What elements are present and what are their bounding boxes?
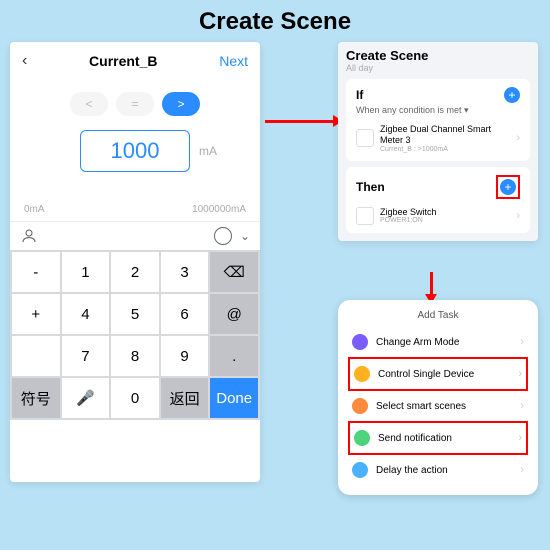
key-4[interactable]: 4 <box>62 294 110 334</box>
keyboard: - 1 2 3 ⌫ + 4 5 6 @ 7 8 9 . 符号 🎤 0 返回 Do… <box>10 250 260 420</box>
greater-than-button[interactable]: > <box>162 92 200 116</box>
next-button[interactable]: Next <box>219 53 248 69</box>
key-1[interactable]: 1 <box>62 252 110 292</box>
task-send-notification[interactable]: Send notification › <box>348 421 528 455</box>
if-label: If <box>356 88 363 102</box>
bulb-icon <box>354 366 370 382</box>
condition-row[interactable]: Zigbee Dual Channel Smart Meter 3 Curren… <box>356 124 520 153</box>
key-symbol[interactable]: 符号 <box>12 378 60 418</box>
create-scene-panel: Create Scene All day If + When any condi… <box>338 42 538 241</box>
key-6[interactable]: 6 <box>161 294 209 334</box>
scene-title: Create Scene <box>346 48 530 63</box>
key-2[interactable]: 2 <box>111 252 159 292</box>
meter-icon <box>356 129 374 147</box>
add-task-title: Add Task <box>348 310 528 327</box>
key-plus[interactable]: + <box>12 294 60 334</box>
header-title: Current_B <box>89 53 157 69</box>
arrow-right-icon <box>265 120 335 123</box>
device-name: Zigbee Switch <box>380 207 510 218</box>
task-change-arm-mode[interactable]: Change Arm Mode › <box>348 327 528 357</box>
key-dot[interactable]: . <box>210 336 258 376</box>
less-than-button[interactable]: < <box>70 92 108 116</box>
add-task-button[interactable]: + <box>500 179 516 195</box>
arrow-down-icon <box>430 272 433 296</box>
task-delay-action[interactable]: Delay the action › <box>348 455 528 485</box>
value-input[interactable]: 1000 mA <box>80 130 190 172</box>
task-select-smart-scenes[interactable]: Select smart scenes › <box>348 391 528 421</box>
shield-icon <box>352 334 368 350</box>
key-8[interactable]: 8 <box>111 336 159 376</box>
then-card: Then + Zigbee Switch POWER1:ON › <box>346 167 530 233</box>
key-blank[interactable] <box>12 336 60 376</box>
scene-icon <box>352 398 368 414</box>
device-sub: Current_B : >1000mA <box>380 146 510 153</box>
range-min: 0mA <box>24 204 45 215</box>
switch-icon <box>356 207 374 225</box>
add-condition-button[interactable]: + <box>504 87 520 103</box>
key-return[interactable]: 返回 <box>161 378 209 418</box>
task-control-single-device[interactable]: Control Single Device › <box>348 357 528 391</box>
unit-label: mA <box>199 144 217 158</box>
chevron-right-icon: › <box>520 464 524 476</box>
key-minus[interactable]: - <box>12 252 60 292</box>
back-button[interactable]: ‹ <box>22 52 27 70</box>
condition-mode[interactable]: When any condition is met ▾ <box>356 105 520 116</box>
chevron-right-icon: › <box>520 336 524 348</box>
key-5[interactable]: 5 <box>111 294 159 334</box>
key-done[interactable]: Done <box>210 378 258 418</box>
emoji-icon[interactable] <box>214 227 232 245</box>
collapse-icon[interactable]: ⌄ <box>240 229 250 243</box>
chevron-right-icon: › <box>520 400 524 412</box>
device-name: Zigbee Dual Channel Smart Meter 3 <box>380 124 510 146</box>
scene-subtitle: All day <box>346 63 530 73</box>
chevron-right-icon: › <box>516 210 520 222</box>
key-0[interactable]: 0 <box>111 378 159 418</box>
clock-icon <box>352 462 368 478</box>
chevron-right-icon: › <box>518 368 522 380</box>
input-bar: ⌄ <box>10 221 260 250</box>
phone-icon <box>354 430 370 446</box>
key-7[interactable]: 7 <box>62 336 110 376</box>
add-task-panel: Add Task Change Arm Mode › Control Singl… <box>338 300 538 495</box>
value-editor-panel: ‹ Current_B Next < = > 1000 mA 0mA 10000… <box>10 42 260 482</box>
chevron-right-icon: › <box>518 432 522 444</box>
key-9[interactable]: 9 <box>161 336 209 376</box>
page-title: Create Scene <box>0 0 550 44</box>
range-max: 1000000mA <box>192 204 246 215</box>
key-backspace[interactable]: ⌫ <box>210 252 258 292</box>
key-3[interactable]: 3 <box>161 252 209 292</box>
key-mic[interactable]: 🎤 <box>62 378 110 418</box>
device-sub: POWER1:ON <box>380 217 510 224</box>
profile-icon <box>20 227 38 245</box>
equals-button[interactable]: = <box>116 92 154 116</box>
text-field[interactable] <box>46 226 206 246</box>
value-text: 1000 <box>111 138 160 164</box>
key-at[interactable]: @ <box>210 294 258 334</box>
chevron-right-icon: › <box>516 132 520 144</box>
action-row[interactable]: Zigbee Switch POWER1:ON › <box>356 207 520 225</box>
if-card: If + When any condition is met ▾ Zigbee … <box>346 79 530 161</box>
then-label: Then <box>356 180 385 194</box>
